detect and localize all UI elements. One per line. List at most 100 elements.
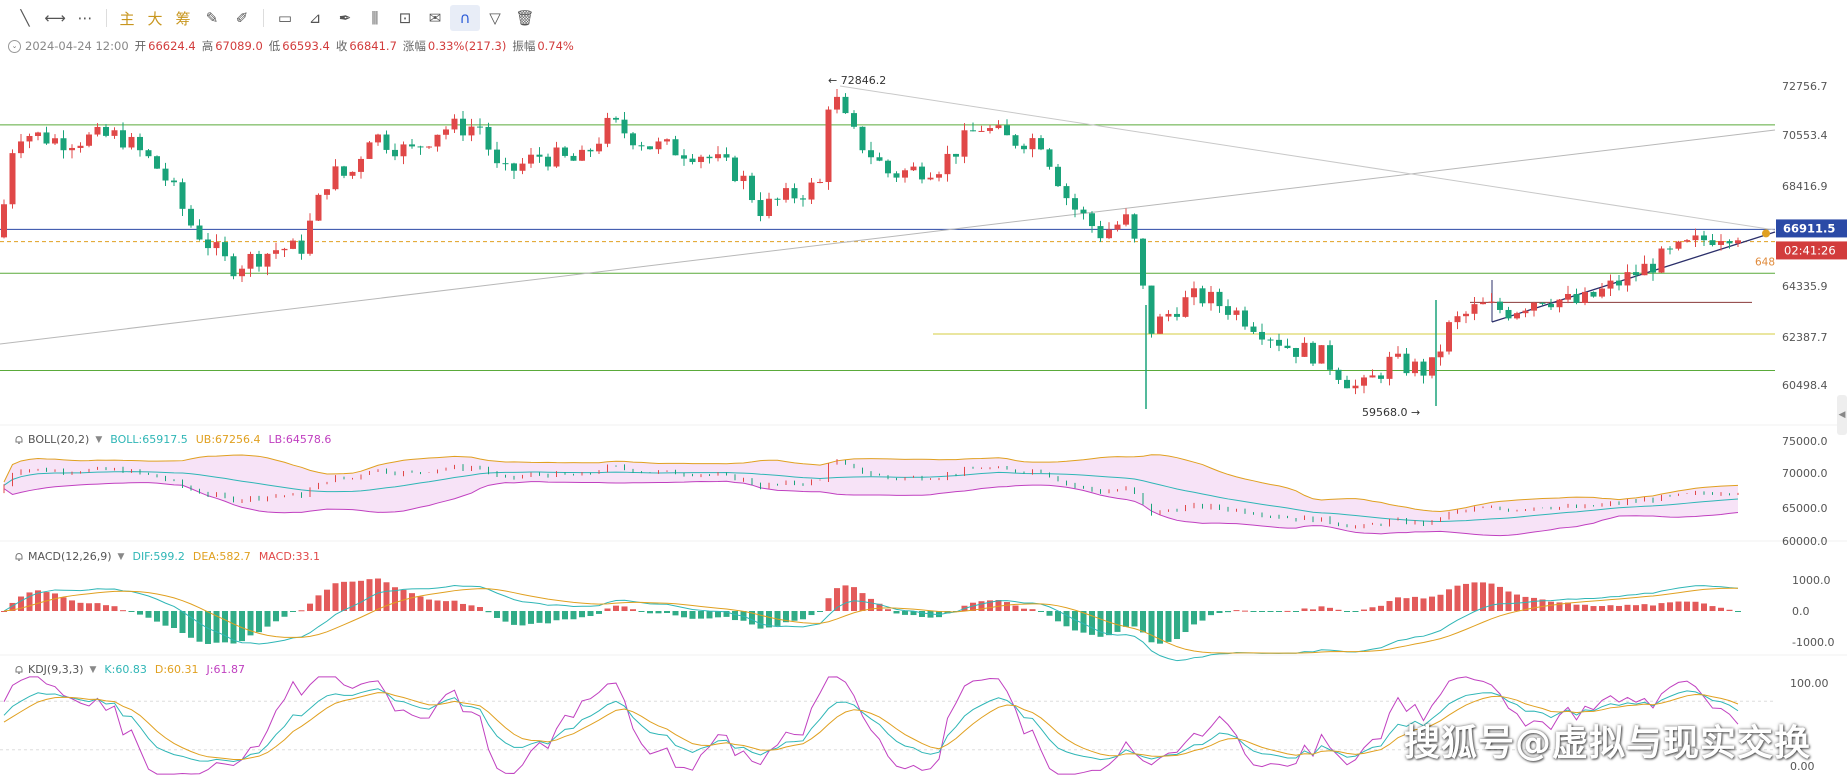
- draw-mode-icon[interactable]: ✎: [197, 5, 227, 31]
- candlestick-tool-icon[interactable]: ⫼: [360, 5, 390, 31]
- macd-histogram-bar: [1012, 605, 1019, 611]
- candle: [579, 145, 585, 162]
- candle: [290, 238, 296, 250]
- magnet-icon[interactable]: ∩: [450, 5, 480, 31]
- kdj-dropdown-icon[interactable]: ▼: [90, 665, 97, 675]
- more-tools-icon[interactable]: ⋯: [70, 5, 100, 31]
- candle: [1573, 288, 1580, 305]
- candle: [944, 145, 951, 182]
- candle: [825, 106, 832, 190]
- kdj-legend[interactable]: KDJ(9,3,3) ▼ K:60.83 D:60.31 J:61.87: [14, 663, 253, 676]
- candle: [1599, 283, 1605, 299]
- collapse-icon[interactable]: ⌄: [8, 39, 21, 53]
- candle-body: [1327, 345, 1333, 370]
- macd-legend[interactable]: MACD(12,26,9) ▼ DIF:599.2 DEA:582.7 MACD…: [14, 550, 328, 563]
- macd-histogram-bar: [664, 611, 670, 614]
- candle: [205, 232, 211, 256]
- candle-body: [536, 154, 543, 157]
- candle-body: [485, 126, 492, 150]
- large-order-toggle[interactable]: 大: [141, 5, 169, 31]
- macd-histogram-bar: [1225, 611, 1231, 613]
- candle: [570, 153, 577, 161]
- macd-histogram-bar: [621, 606, 628, 611]
- candle-body: [655, 141, 662, 150]
- candle-body: [1131, 214, 1138, 239]
- macd-histogram-bar: [1701, 603, 1707, 611]
- candle-body: [1590, 291, 1597, 297]
- macd-histogram-bar: [434, 600, 441, 611]
- candle: [1140, 238, 1146, 289]
- candle: [638, 141, 645, 151]
- candle-body: [60, 138, 67, 151]
- macd-dif-line: [3, 585, 1739, 662]
- bell-icon[interactable]: [14, 552, 24, 562]
- macd-histogram-bar: [825, 598, 832, 611]
- bell-icon[interactable]: [14, 435, 24, 445]
- candle: [196, 219, 203, 241]
- boll-name: BOLL(20,2): [28, 433, 90, 446]
- kdj-j-value: J:61.87: [206, 663, 245, 676]
- lock-icon[interactable]: ⊡: [390, 5, 420, 31]
- macd-histogram-bar: [817, 611, 823, 612]
- trend-line-tool-icon[interactable]: ╲: [10, 5, 40, 31]
- candle: [1250, 322, 1257, 334]
- price-tick-label: 68416.9: [1782, 180, 1828, 193]
- candle: [562, 146, 568, 158]
- boll-tick-label: 65000.0: [1782, 502, 1828, 515]
- drawn-lines[interactable]: [0, 85, 1776, 372]
- chip-distribution-toggle[interactable]: 筹: [169, 5, 197, 31]
- ruler-tool-icon[interactable]: ⊿: [300, 5, 330, 31]
- candle: [358, 156, 364, 179]
- candle: [1080, 206, 1087, 220]
- candle-body: [1616, 280, 1622, 286]
- delete-icon[interactable]: 🗑: [510, 5, 540, 31]
- candle-body: [953, 153, 959, 157]
- candle-body: [1488, 301, 1495, 303]
- candle-body: [366, 142, 373, 159]
- macd-histogram-bar: [1403, 598, 1410, 611]
- bell-icon[interactable]: [14, 665, 24, 675]
- candle: [596, 137, 602, 154]
- macd-histogram-bar: [375, 578, 381, 611]
- filter-icon[interactable]: ▽: [480, 5, 510, 31]
- main-candles: ← 72846.2 59568.0 →: [1, 74, 1741, 419]
- candle: [791, 183, 798, 204]
- macd-histogram-bar: [570, 611, 577, 620]
- pen-tool-icon[interactable]: ✒: [330, 5, 360, 31]
- macd-histogram-bar: [553, 611, 560, 621]
- side-panel-toggle[interactable]: ◀: [1837, 395, 1847, 435]
- brush-icon[interactable]: ✐: [227, 5, 257, 31]
- macd-histogram-bar: [1429, 596, 1435, 611]
- kdj-name: KDJ(9,3,3): [28, 663, 84, 676]
- price-chart-canvas[interactable]: ← 72846.2 59568.0 → 75000.0 70000.0 65000.0…: [0, 0, 1847, 775]
- candle: [621, 112, 628, 139]
- candle-body: [1675, 241, 1682, 249]
- macd-histogram-bar: [1046, 611, 1053, 616]
- candle-body: [213, 242, 220, 249]
- macd-histogram-bar: [1310, 609, 1316, 611]
- macd-histogram-bar: [341, 581, 347, 611]
- macd-histogram-bar: [222, 611, 228, 643]
- candle: [120, 122, 126, 150]
- main-chart-toggle[interactable]: 主: [113, 5, 141, 31]
- note-tool-icon[interactable]: ✉: [420, 5, 450, 31]
- horizontal-line-tool-icon[interactable]: ⟷: [40, 5, 70, 31]
- candle: [1667, 246, 1673, 255]
- macd-histogram-bar: [1335, 609, 1342, 611]
- candle-body: [749, 175, 755, 201]
- candle: [766, 192, 772, 219]
- candle: [298, 234, 305, 260]
- candle: [1582, 287, 1588, 306]
- macd-dropdown-icon[interactable]: ▼: [118, 552, 125, 562]
- rectangle-tool-icon[interactable]: ▭: [270, 5, 300, 31]
- candle-body: [145, 150, 152, 157]
- macd-dif-value: DIF:599.2: [132, 550, 185, 563]
- boll-tick-label: 60000.0: [1782, 535, 1828, 548]
- boll-dropdown-icon[interactable]: ▼: [95, 435, 102, 445]
- candle-body: [1624, 272, 1631, 286]
- boll-legend[interactable]: BOLL(20,2) ▼ BOLL:65917.5 UB:67256.4 LB:…: [14, 433, 339, 446]
- macd-histogram-bar: [273, 611, 279, 622]
- candle: [1650, 258, 1656, 281]
- candle-body: [528, 154, 534, 164]
- candle: [145, 149, 152, 159]
